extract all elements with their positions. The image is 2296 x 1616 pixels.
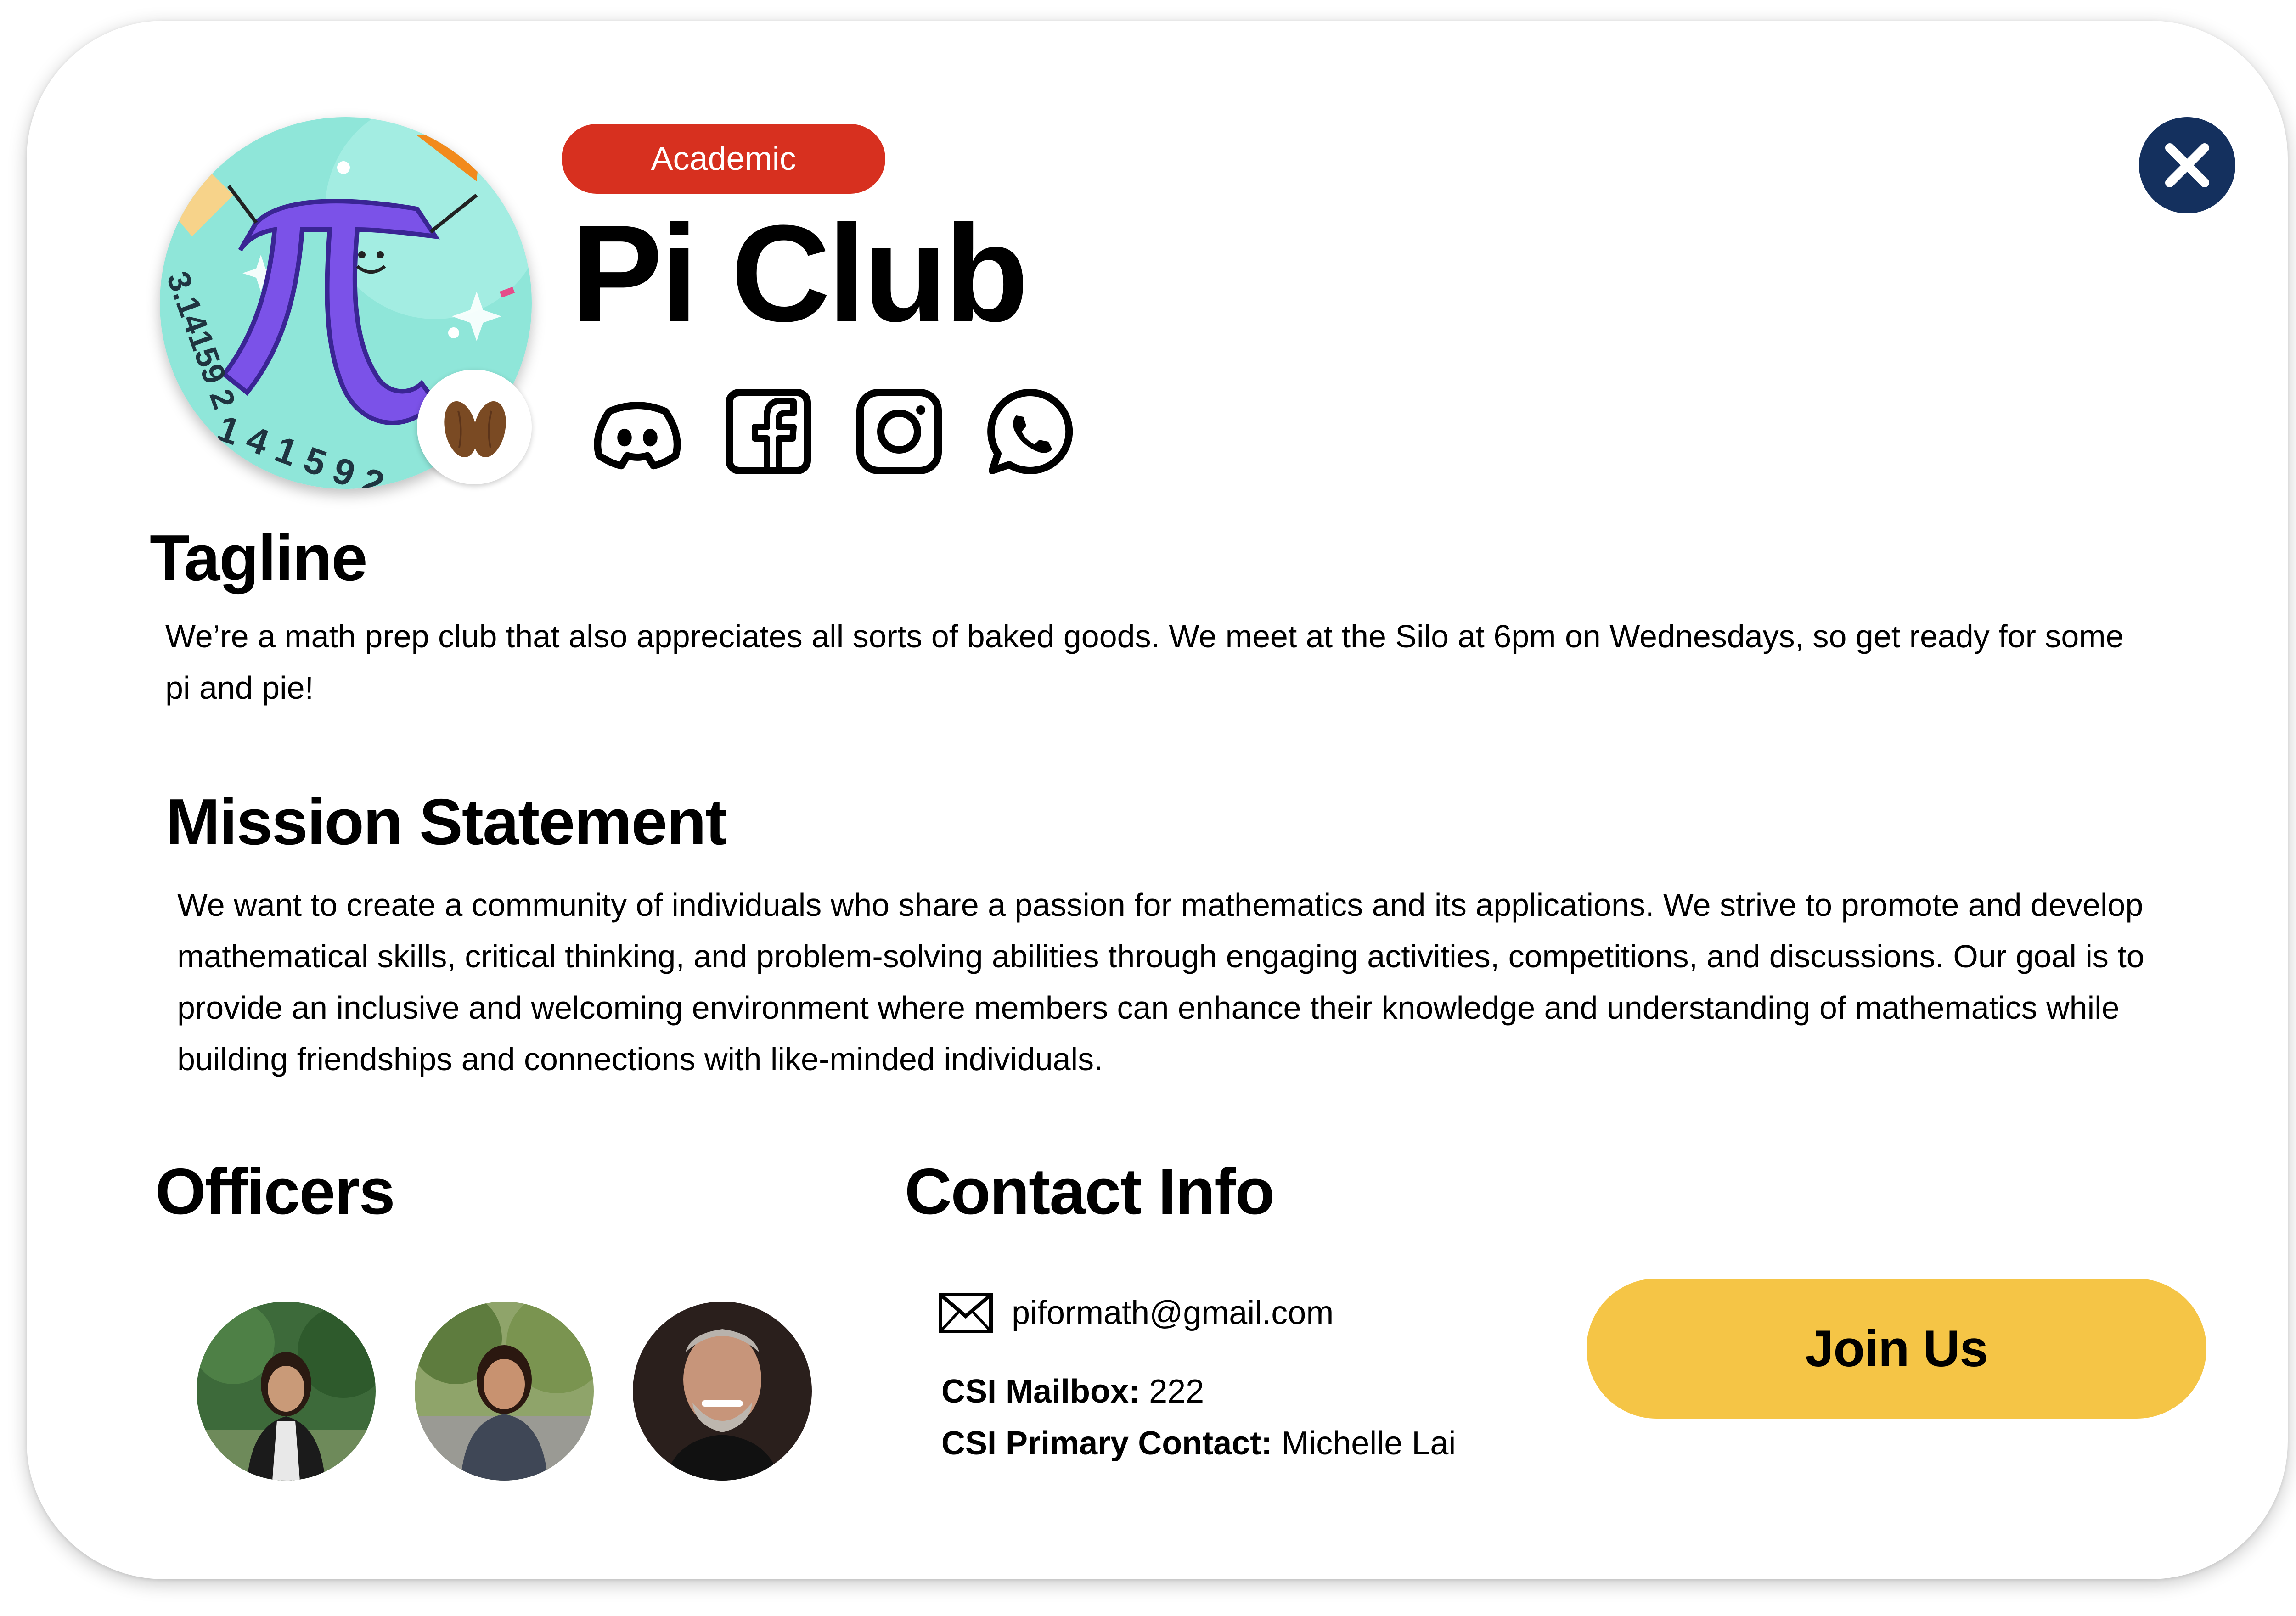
- tagline-heading: Tagline: [150, 522, 368, 595]
- discord-icon[interactable]: [589, 383, 686, 480]
- facebook-icon[interactable]: [720, 383, 816, 480]
- contact-email-link[interactable]: piformath@gmail.com: [1012, 1294, 1334, 1332]
- officer-avatar[interactable]: [415, 1302, 594, 1481]
- csi-mailbox-label: CSI Mailbox:: [941, 1373, 1140, 1410]
- social-links: [589, 383, 1078, 480]
- join-us-button[interactable]: Join Us: [1587, 1279, 2206, 1419]
- close-icon: [2165, 143, 2209, 187]
- mission-text: We want to create a community of individ…: [177, 887, 2144, 1077]
- officer-avatar[interactable]: [633, 1302, 812, 1481]
- club-logo: 3.14159 2 1 4 1 5 9 2: [160, 117, 532, 489]
- mail-icon: [939, 1293, 993, 1333]
- csi-primary-contact: CSI Primary Contact: Michelle Lai: [941, 1425, 1456, 1462]
- close-button[interactable]: [2139, 117, 2235, 213]
- contact-email-row: piformath@gmail.com: [938, 1292, 1334, 1334]
- tagline-text: We’re a math prep club that also appreci…: [165, 618, 2124, 706]
- club-detail-card: 3.14159 2 1 4 1 5 9 2 Academic Pi Club T…: [27, 21, 2288, 1579]
- mission-heading: Mission Statement: [166, 786, 727, 858]
- category-badge: Academic: [562, 124, 885, 194]
- csi-mailbox: CSI Mailbox: 222: [941, 1373, 1204, 1410]
- officer-avatar[interactable]: [197, 1302, 376, 1481]
- almond-icon: [417, 370, 532, 484]
- instagram-icon[interactable]: [851, 383, 947, 480]
- csi-primary-contact-value: Michelle Lai: [1281, 1425, 1456, 1462]
- officers-heading: Officers: [155, 1155, 395, 1228]
- whatsapp-icon[interactable]: [982, 383, 1078, 480]
- contact-heading: Contact Info: [905, 1155, 1275, 1228]
- csi-mailbox-value: 222: [1149, 1373, 1204, 1410]
- club-name: Pi Club: [571, 196, 1029, 350]
- csi-primary-contact-label: CSI Primary Contact:: [941, 1425, 1272, 1462]
- officers-list: [197, 1302, 812, 1481]
